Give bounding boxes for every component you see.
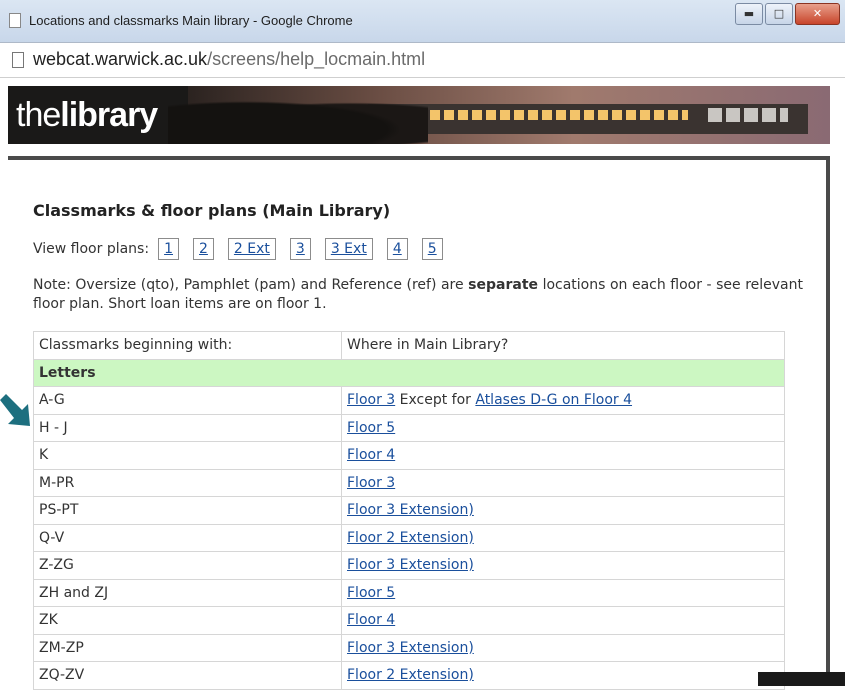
classmark-cell: PS-PT xyxy=(33,496,342,525)
table-row: A-G Floor 3 Except for Atlases D-G on Fl… xyxy=(33,386,785,415)
column-header-classmark: Classmarks beginning with: xyxy=(33,331,342,360)
floor-plan-link-5[interactable]: 5 xyxy=(421,238,443,260)
atlases-link[interactable]: Atlases D-G on Floor 4 xyxy=(475,392,632,408)
floor-link[interactable]: Floor 2 Extension) xyxy=(347,667,474,683)
maximize-button[interactable]: □ xyxy=(765,3,793,25)
window-title: Locations and classmarks Main library - … xyxy=(29,13,353,28)
classmark-cell: A-G xyxy=(33,386,342,415)
floor-link[interactable]: Floor 5 xyxy=(347,420,395,436)
floor-link[interactable]: Floor 3 Extension) xyxy=(347,502,474,518)
banner-lit-windows xyxy=(388,110,688,120)
classmark-cell: ZK xyxy=(33,606,342,635)
table-header-row: Classmarks beginning with: Where in Main… xyxy=(33,331,785,360)
location-cell: Floor 3 Extension) xyxy=(341,496,785,525)
floor-link[interactable]: Floor 4 xyxy=(347,612,395,628)
floor-link[interactable]: Floor 3 xyxy=(347,475,395,491)
logo-library: library xyxy=(60,96,158,134)
location-cell: Floor 5 xyxy=(341,578,785,607)
table-row: Q-V Floor 2 Extension) xyxy=(33,523,785,552)
close-button[interactable]: ✕ xyxy=(795,3,840,25)
logo-the: the xyxy=(16,96,61,134)
url-host: webcat.warwick.ac.uk xyxy=(33,49,208,69)
library-banner: thelibrary xyxy=(8,86,830,144)
arrow-shape xyxy=(0,394,30,426)
table-row: M-PR Floor 3 xyxy=(33,468,785,497)
classmarks-table: Classmarks beginning with: Where in Main… xyxy=(33,331,785,690)
floor-plan-link-1[interactable]: 1 xyxy=(158,238,179,260)
table-row: Z-ZG Floor 3 Extension) xyxy=(33,551,785,580)
classmark-cell: ZM-ZP xyxy=(33,633,342,662)
document-icon xyxy=(12,52,24,68)
column-header-location: Where in Main Library? xyxy=(341,331,785,360)
url-text[interactable]: webcat.warwick.ac.uk/screens/help_locmai… xyxy=(33,49,425,70)
classmark-cell: ZQ-ZV xyxy=(33,661,342,690)
location-cell: Floor 3 Except for Atlases D-G on Floor … xyxy=(341,386,785,415)
library-logo[interactable]: thelibrary xyxy=(16,96,158,135)
taskbar-corner xyxy=(758,672,845,686)
classmark-cell: M-PR xyxy=(33,468,342,497)
minimize-button[interactable]: ▬ xyxy=(735,3,763,25)
floor-link[interactable]: Floor 5 xyxy=(347,585,395,601)
table-row: K Floor 4 xyxy=(33,441,785,470)
table-row: ZM-ZP Floor 3 Extension) xyxy=(33,633,785,662)
page-title: Classmarks & floor plans (Main Library) xyxy=(33,201,391,220)
window-titlebar: Locations and classmarks Main library - … xyxy=(0,0,845,43)
classmark-cell: Q-V xyxy=(33,523,342,552)
floor-link[interactable]: Floor 3 xyxy=(347,392,395,408)
floor-plan-link-2[interactable]: 2 xyxy=(193,238,214,260)
floor-plan-link-2-ext[interactable]: 2 Ext xyxy=(227,238,276,260)
locations-note: Note: Oversize (qto), Pamphlet (pam) and… xyxy=(33,276,803,314)
classmark-cell: H - J xyxy=(33,413,342,442)
section-label: Letters xyxy=(33,358,785,387)
location-cell: Floor 3 Extension) xyxy=(341,551,785,580)
table-row: H - J Floor 5 xyxy=(33,413,785,442)
page-icon xyxy=(9,13,21,28)
location-cell: Floor 4 xyxy=(341,441,785,470)
location-cell: Floor 3 Extension) xyxy=(341,633,785,662)
table-row: ZQ-ZV Floor 2 Extension) xyxy=(33,661,785,690)
floor-plan-link-4[interactable]: 4 xyxy=(386,238,408,260)
location-cell: Floor 4 xyxy=(341,606,785,635)
location-cell: Floor 2 Extension) xyxy=(341,523,785,552)
classmark-cell: ZH and ZJ xyxy=(33,578,342,607)
table-row: ZH and ZJ Floor 5 xyxy=(33,578,785,607)
address-bar[interactable]: webcat.warwick.ac.uk/screens/help_locmai… xyxy=(0,43,845,78)
location-cell: Floor 5 xyxy=(341,413,785,442)
note-text-start: Note: Oversize (qto), Pamphlet (pam) and… xyxy=(33,277,469,293)
table-row: ZK Floor 4 xyxy=(33,606,785,635)
location-extra-text: Except for xyxy=(395,392,476,409)
table-row: PS-PT Floor 3 Extension) xyxy=(33,496,785,525)
note-emphasis: separate xyxy=(468,277,539,293)
classmark-cell: Z-ZG xyxy=(33,551,342,580)
url-path: /screens/help_locmain.html xyxy=(207,49,426,69)
floor-link[interactable]: Floor 3 Extension) xyxy=(347,640,474,656)
floor-plan-link-3[interactable]: 3 xyxy=(289,238,311,260)
floor-link[interactable]: Floor 4 xyxy=(347,447,395,463)
floor-link[interactable]: Floor 3 Extension) xyxy=(347,557,474,573)
section-row-letters: Letters xyxy=(33,358,785,387)
floor-plans-label: View floor plans: xyxy=(33,241,150,257)
floor-plans-row: View floor plans: 1 2 2 Ext 3 3 Ext 4 5 xyxy=(33,238,457,260)
floor-plan-link-3-ext[interactable]: 3 Ext xyxy=(324,238,373,260)
banner-windows xyxy=(708,108,788,122)
floor-link[interactable]: Floor 2 Extension) xyxy=(347,530,474,546)
location-cell: Floor 3 xyxy=(341,468,785,497)
pointer-arrow-icon xyxy=(0,394,30,426)
banner-trees xyxy=(168,96,428,144)
location-cell: Floor 2 Extension) xyxy=(341,661,785,690)
classmark-cell: K xyxy=(33,441,342,470)
